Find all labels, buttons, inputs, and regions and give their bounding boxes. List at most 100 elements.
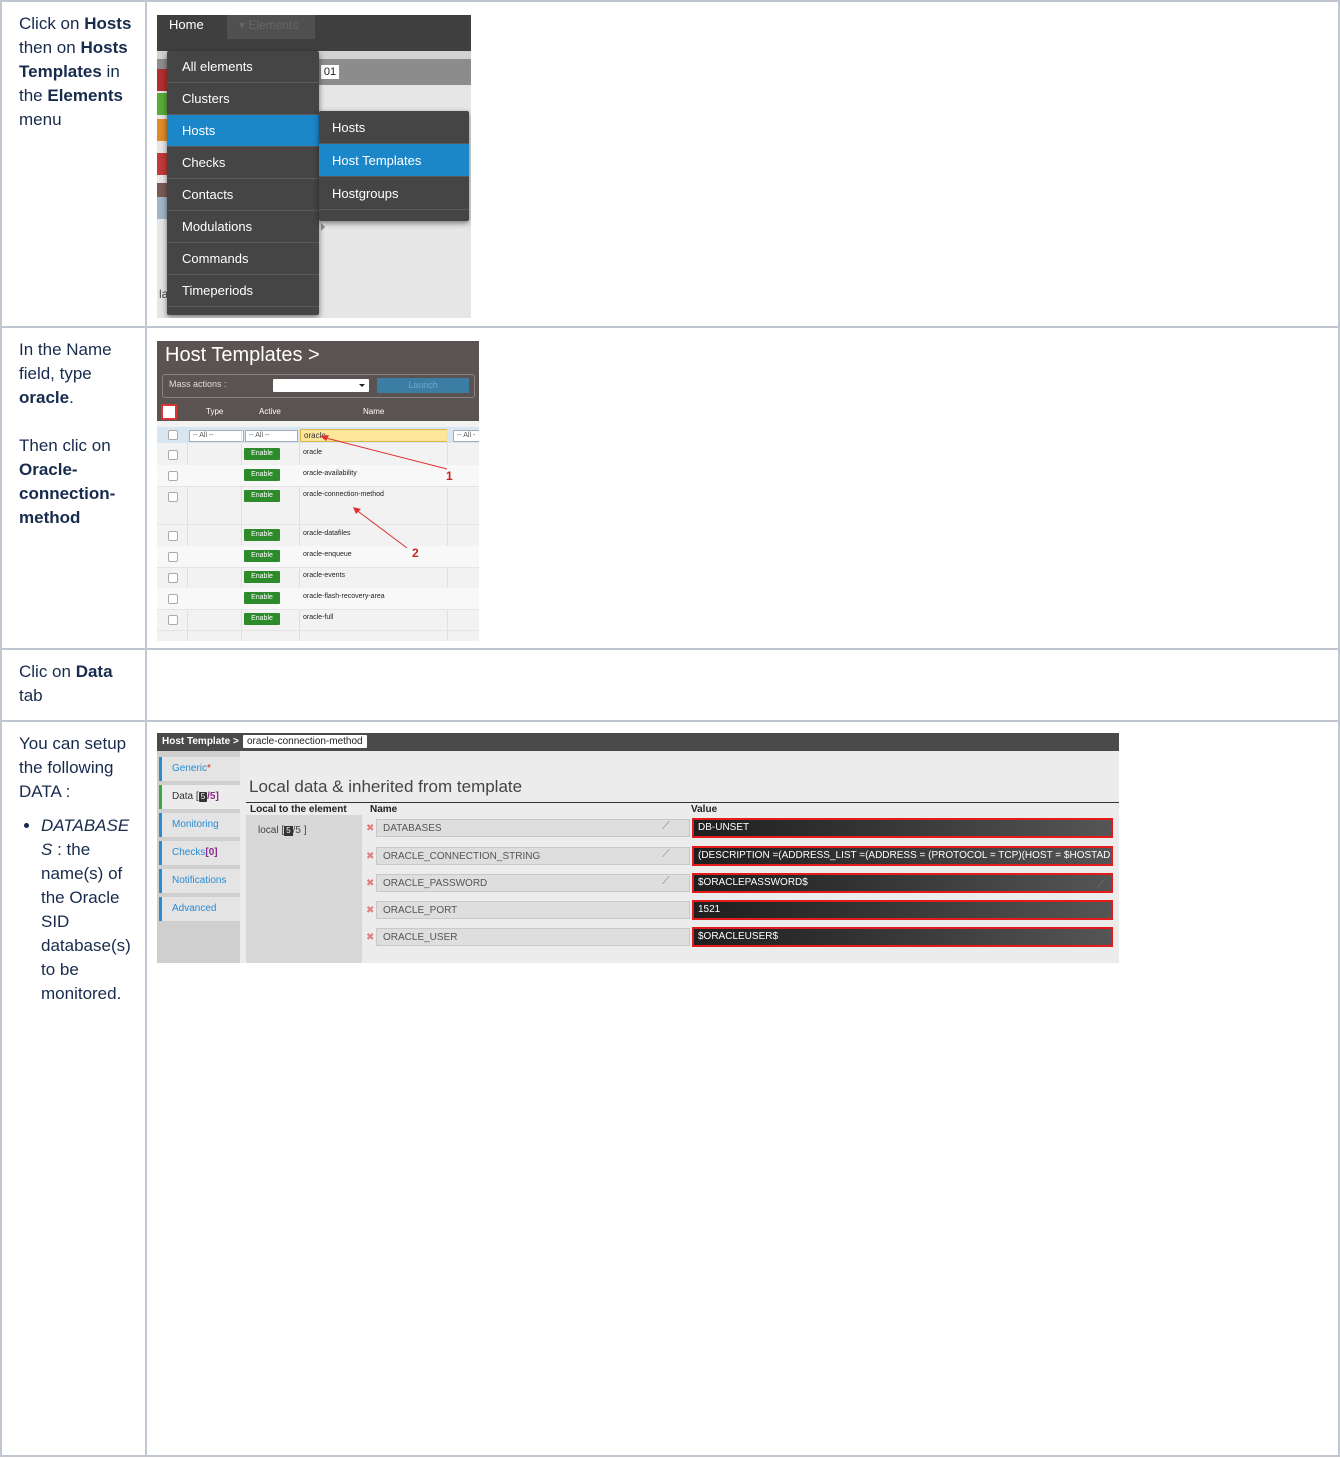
tab-data[interactable]: Data [5/5] (159, 785, 240, 809)
text: In the Name field, type (19, 340, 112, 383)
wrench-icon[interactable]: ⟋ (662, 820, 670, 833)
step-1-screenshot: Home ▾ Elements 01 la All elements Clust… (145, 0, 1340, 328)
tab-label: Checks (172, 847, 206, 858)
tab-notifications[interactable]: Notifications (159, 869, 240, 893)
property-row: ✖ ORACLE_PASSWORD ⟋ $ORACLEPASSWORD$ ⟋ (362, 872, 1119, 896)
hosts-submenu: Hosts Host Templates Hostgroups (319, 111, 469, 221)
instruction-paragraph: Then clic on Oracle-connection-method (19, 434, 137, 530)
local-count: local [5/5 ] (258, 825, 306, 836)
local-total: /5 ] (292, 825, 307, 836)
instruction-paragraph: In the Name field, type oracle. (19, 338, 137, 410)
property-value-input[interactable]: DB-UNSET (692, 818, 1113, 838)
delete-icon[interactable]: ✖ (366, 851, 374, 862)
submenu-item-hostgroups[interactable]: Hostgroups (319, 177, 469, 210)
bold-oracle-connection-method: Oracle-connection-method (19, 460, 116, 527)
element-name-field[interactable]: oracle-connection-method (243, 735, 367, 748)
required-marker: * (207, 763, 211, 774)
bold-data: Data (75, 662, 113, 681)
value-text: $ORACLEUSER$ (698, 931, 779, 942)
value-text: DB-UNSET (698, 822, 750, 833)
property-name: ORACLE_PASSWORD (376, 874, 690, 892)
tab-generic[interactable]: Generic* (159, 757, 240, 781)
text: Click on (19, 14, 85, 33)
step-4-screenshot: Host Template > oracle-connection-method… (145, 720, 1340, 1457)
step-2-screenshot: Host Templates > Mass actions : Launch T… (145, 326, 1340, 650)
text: tab (19, 686, 43, 705)
tab-label: Generic (172, 763, 208, 774)
annotation-number-1: 1 (446, 469, 453, 483)
col-header-local: Local to the element (250, 804, 347, 815)
tab-count: [0] (205, 847, 218, 858)
menu-item-timeperiods[interactable]: Timeperiods (167, 275, 319, 307)
host-templates-screenshot: Host Templates > Mass actions : Launch T… (157, 341, 479, 641)
step-3-instruction: Clic on Data tab (0, 648, 147, 722)
delete-icon[interactable]: ✖ (366, 932, 374, 943)
breadcrumb[interactable]: Host Template > (162, 736, 239, 747)
home-link[interactable]: Home (169, 17, 204, 32)
intro-text: You can setup the following DATA : (19, 734, 127, 801)
tab-total: /5] (207, 791, 219, 802)
step-4-instruction: You can setup the following DATA : DATAB… (0, 720, 147, 1457)
delete-icon[interactable]: ✖ (366, 878, 374, 889)
chevron-right-icon (321, 223, 325, 231)
tab-count: 5 (198, 792, 208, 802)
value-text: $ORACLEPASSWORD$ (698, 877, 808, 888)
tab-monitoring[interactable]: Monitoring (159, 813, 240, 837)
property-value-input[interactable]: (DESCRIPTION =(ADDRESS_LIST =(ADDRESS = … (692, 846, 1113, 866)
delete-icon[interactable]: ✖ (366, 905, 374, 916)
local-count-pill: 5 (284, 826, 293, 836)
property-value-input[interactable]: $ORACLEUSER$ (692, 927, 1113, 947)
text: Then clic on (19, 436, 111, 455)
stripe-green (157, 93, 167, 115)
property-row: ✖ DATABASES ⟋ DB-UNSET (362, 817, 1119, 841)
property-row: ✖ ORACLE_USER $ORACLEUSER$ (362, 926, 1119, 950)
delete-icon[interactable]: ✖ (366, 823, 374, 834)
value-text: (DESCRIPTION =(ADDRESS_LIST =(ADDRESS = … (698, 850, 1113, 861)
property-value-input[interactable]: 1521 (692, 900, 1113, 920)
stripe-blue (157, 197, 167, 219)
step-3-empty-cell (145, 648, 1340, 722)
menu-item-modulations[interactable]: Modulations (167, 211, 325, 243)
side-tabs: Generic* Data [5/5] Monitoring Checks[0]… (157, 751, 240, 963)
tab-checks[interactable]: Checks[0] (159, 841, 240, 865)
top-nav-bar: Home ▾ Elements (157, 15, 471, 51)
step-row-3: Clic on Data tab (0, 648, 1340, 722)
partial-field: 01 (321, 65, 339, 79)
step-row-2: In the Name field, type oracle. Then cli… (0, 326, 1340, 650)
instructions-table: Click on Hosts then on Hosts Templates i… (0, 0, 1340, 1457)
data-description: : the name(s) of the Oracle SID database… (41, 840, 131, 1003)
submenu-item-hosts[interactable]: Hosts (319, 111, 469, 144)
annotation-number-2: 2 (412, 546, 419, 560)
text: . (69, 388, 74, 407)
bold-elements: Elements (47, 86, 123, 105)
menu-item-contacts[interactable]: Contacts (167, 179, 319, 211)
step-1-instruction: Click on Hosts then on Hosts Templates i… (0, 0, 147, 328)
list-item: DATABASES : the name(s) of the Oracle SI… (41, 814, 137, 1006)
value-text: 1521 (698, 904, 721, 915)
menu-item-commands[interactable]: Commands (167, 243, 319, 275)
tab-advanced[interactable]: Advanced (159, 897, 240, 921)
col-header-name: Name (370, 804, 398, 815)
property-value-input[interactable]: $ORACLEPASSWORD$ ⟋ (692, 873, 1113, 893)
wrench-icon[interactable]: ⟋ (1097, 876, 1105, 891)
col-header-value: Value (691, 804, 718, 815)
text: menu (19, 110, 62, 129)
menu-item-clusters[interactable]: Clusters (167, 83, 319, 115)
local-label: local [ (258, 825, 285, 836)
bold-hosts: Hosts (84, 14, 132, 33)
menu-item-all-elements[interactable]: All elements (167, 51, 319, 83)
property-row: ✖ ORACLE_PORT 1521 (362, 899, 1119, 923)
menu-item-checks[interactable]: Checks (167, 147, 319, 179)
property-name: ORACLE_PORT (376, 901, 690, 919)
menu-item-hosts[interactable]: Hosts (167, 115, 319, 147)
submenu-item-host-templates[interactable]: Host Templates (319, 144, 469, 177)
elements-menu-tab[interactable]: ▾ Elements (227, 15, 315, 39)
wrench-icon[interactable]: ⟋ (662, 875, 670, 888)
elements-dropdown-menu: All elements Clusters Hosts Checks Conta… (167, 51, 325, 315)
menu-item-label: Hosts (182, 123, 216, 138)
step-2-instruction: In the Name field, type oracle. Then cli… (0, 326, 147, 650)
tab-label: Data [ (172, 791, 199, 802)
wrench-icon[interactable]: ⟋ (662, 848, 670, 861)
stripe-red (157, 69, 167, 91)
breadcrumb-bar: Host Template > oracle-connection-method (157, 733, 1119, 751)
